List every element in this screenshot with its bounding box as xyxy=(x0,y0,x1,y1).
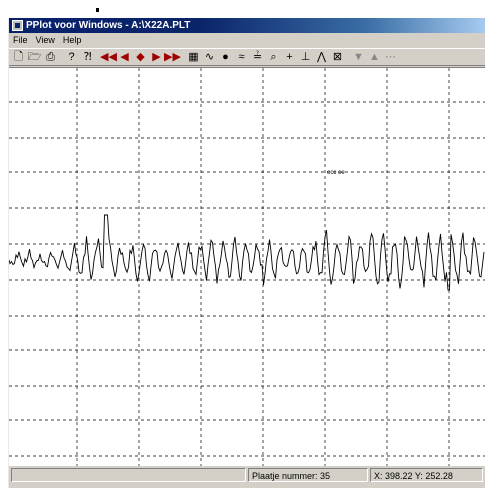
status-panel-empty xyxy=(11,468,246,482)
filter-icon[interactable]: ● xyxy=(218,50,233,65)
cursor-mark xyxy=(96,8,99,12)
app-window: PPlot voor Windows - A:\X22A.PLT File Vie… xyxy=(8,18,485,488)
zoom-icon[interactable]: ⌕ xyxy=(266,50,281,65)
menu-view[interactable]: View xyxy=(32,33,59,47)
new-icon[interactable]: 🗋 xyxy=(11,50,26,65)
arrow-down-icon[interactable]: ▼ xyxy=(351,50,366,65)
marker-icon[interactable]: ⊥ xyxy=(298,50,313,65)
status-coordinates: X: 398.22 Y: 252.28 xyxy=(370,468,483,482)
title-bar: PPlot voor Windows - A:\X22A.PLT xyxy=(9,18,485,33)
step-icon[interactable]: ◆ xyxy=(133,50,148,65)
wave-icon[interactable]: ∿ xyxy=(202,50,217,65)
status-plate-number: Plaatje nummer: 35 xyxy=(248,468,368,482)
waveform-plot[interactable]: ecc ee xyxy=(8,68,485,466)
more-icon[interactable]: ⋯ xyxy=(383,50,398,65)
grid-icon[interactable]: ▦ xyxy=(186,50,201,65)
status-bar: Plaatje nummer: 35 X: 398.22 Y: 252.28 xyxy=(9,467,485,484)
print-icon[interactable]: ⎙ xyxy=(43,50,58,65)
toolbar: 🗋 🗁 ⎙ ? ⁈ ◀◀ ◀ ◆ ▶ ▶▶ ▦ ∿ ● ≈ ≟ ⌕ + ⊥ ⋀ … xyxy=(9,48,485,66)
app-icon xyxy=(12,20,23,31)
first-icon[interactable]: ◀◀ xyxy=(100,50,117,65)
context-help-icon[interactable]: ⁈ xyxy=(80,50,95,65)
plot-area[interactable]: ecc ee xyxy=(8,67,485,466)
peak-icon[interactable]: ⋀ xyxy=(314,50,329,65)
waveform-trace xyxy=(8,214,485,291)
menu-help[interactable]: Help xyxy=(59,33,86,47)
arrow-up-icon[interactable]: ▲ xyxy=(367,50,382,65)
menu-bar: File View Help xyxy=(9,33,485,47)
fit-icon[interactable]: ⊠ xyxy=(330,50,345,65)
menu-file[interactable]: File xyxy=(9,33,32,47)
window-title: PPlot voor Windows - A:\X22A.PLT xyxy=(26,20,191,31)
next-icon[interactable]: ▶ xyxy=(149,50,164,65)
open-icon[interactable]: 🗁 xyxy=(27,50,42,65)
scale-icon[interactable]: ≟ xyxy=(250,50,265,65)
prev-icon[interactable]: ◀ xyxy=(117,50,132,65)
plot-annotation: ecc ee xyxy=(327,170,345,176)
crosshair-icon[interactable]: + xyxy=(282,50,297,65)
last-icon[interactable]: ▶▶ xyxy=(164,50,181,65)
help-icon[interactable]: ? xyxy=(64,50,79,65)
smooth-icon[interactable]: ≈ xyxy=(234,50,249,65)
